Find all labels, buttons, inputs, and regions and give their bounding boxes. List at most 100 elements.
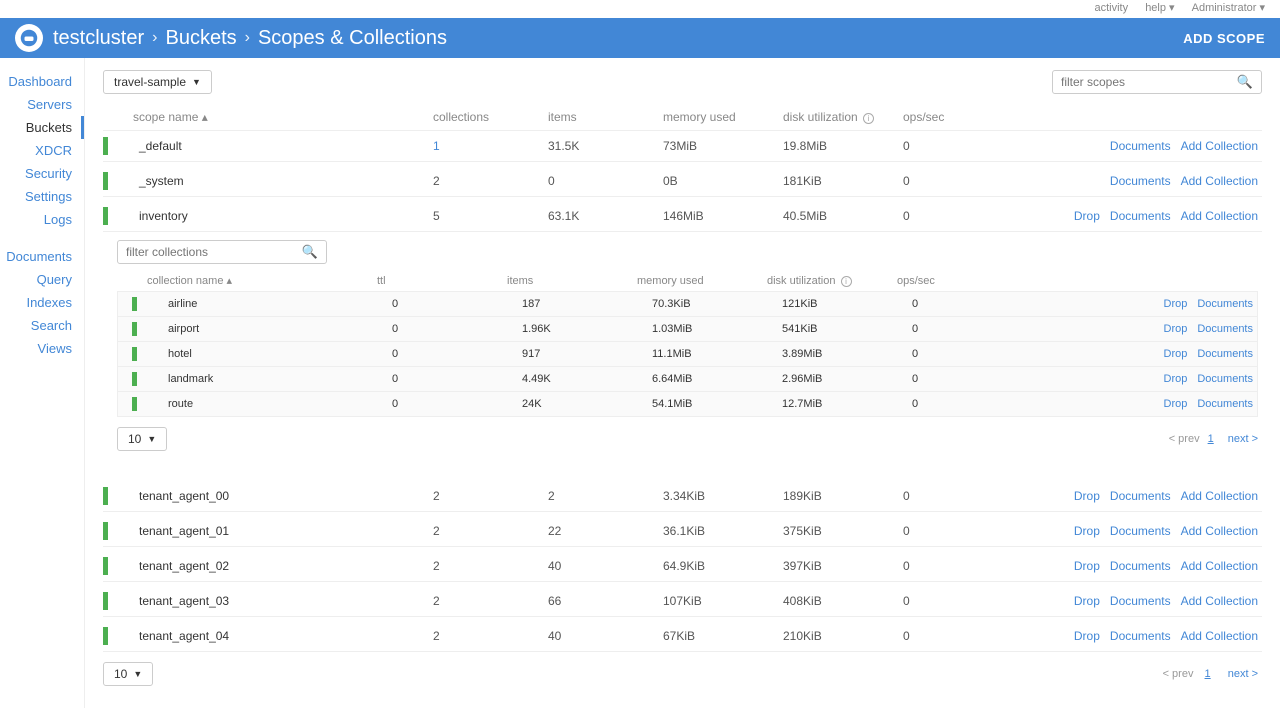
- col-memory[interactable]: memory used: [637, 275, 767, 287]
- drop-link[interactable]: Drop: [1164, 323, 1188, 335]
- col-items[interactable]: items: [507, 275, 637, 287]
- drop-link[interactable]: Drop: [1074, 524, 1100, 538]
- add-collection-link[interactable]: Add Collection: [1181, 524, 1258, 538]
- page-size-selector[interactable]: 10 ▼: [103, 662, 153, 686]
- collection-row[interactable]: landmark04.49K6.64MiB2.96MiB0DropDocumen…: [117, 367, 1258, 392]
- sidebar-item-documents[interactable]: Documents: [0, 245, 84, 268]
- col-ttl[interactable]: ttl: [377, 275, 507, 287]
- sidebar-item-dashboard[interactable]: Dashboard: [0, 70, 84, 93]
- scope-row[interactable]: tenant_agent_00223.34KiB189KiB0DropDocum…: [103, 481, 1262, 512]
- drop-link[interactable]: Drop: [1074, 594, 1100, 608]
- col-ops[interactable]: ops/sec: [903, 110, 983, 124]
- prev-page[interactable]: < prev: [1163, 668, 1194, 680]
- page-size-selector[interactable]: 10▼: [117, 427, 167, 451]
- collections-count[interactable]: 1: [433, 139, 548, 153]
- sidebar-item-servers[interactable]: Servers: [0, 93, 84, 116]
- sidebar-item-search[interactable]: Search: [0, 314, 84, 337]
- sidebar-item-logs[interactable]: Logs: [0, 208, 84, 231]
- documents-link[interactable]: Documents: [1110, 174, 1171, 188]
- drop-link[interactable]: Drop: [1074, 209, 1100, 223]
- documents-link[interactable]: Documents: [1110, 559, 1171, 573]
- coll-actions: Drop Documents: [1012, 373, 1257, 385]
- sidebar-item-views[interactable]: Views: [0, 337, 84, 360]
- collection-row[interactable]: airport01.96K1.03MiB541KiB0DropDocuments: [117, 317, 1258, 342]
- sidebar-item-buckets[interactable]: Buckets: [0, 116, 84, 139]
- bucket-selector[interactable]: travel-sample ▼: [103, 70, 212, 94]
- scope-row[interactable]: inventory563.1K146MiB40.5MiB0DropDocumen…: [103, 201, 1262, 232]
- drop-link[interactable]: Drop: [1164, 298, 1188, 310]
- add-collection-link[interactable]: Add Collection: [1181, 209, 1258, 223]
- documents-link[interactable]: Documents: [1197, 323, 1253, 335]
- filter-scopes-box[interactable]: 🔍: [1052, 70, 1262, 94]
- memory-used: 0B: [663, 174, 783, 188]
- sidebar-item-xdcr[interactable]: XDCR: [0, 139, 84, 162]
- info-icon[interactable]: i: [841, 276, 852, 287]
- col-memory[interactable]: memory used: [663, 110, 783, 124]
- col-items[interactable]: items: [548, 110, 663, 124]
- items: 1.96K: [522, 323, 652, 335]
- scope-row[interactable]: _system200B181KiB0DocumentsAdd Collectio…: [103, 166, 1262, 197]
- collection-row[interactable]: route024K54.1MiB12.7MiB0DropDocuments: [117, 392, 1258, 417]
- add-collection-link[interactable]: Add Collection: [1181, 139, 1258, 153]
- activity-link[interactable]: activity: [1095, 2, 1129, 14]
- scope-row[interactable]: tenant_agent_03266107KiB408KiB0DropDocum…: [103, 586, 1262, 617]
- next-page[interactable]: next >: [1228, 668, 1258, 680]
- page-1[interactable]: 1: [1208, 433, 1214, 445]
- col-coll-name[interactable]: collection name ▴: [147, 274, 377, 287]
- prev-page[interactable]: < prev: [1169, 433, 1200, 445]
- sidebar-item-indexes[interactable]: Indexes: [0, 291, 84, 314]
- breadcrumb-buckets[interactable]: Buckets: [165, 27, 236, 50]
- drop-link[interactable]: Drop: [1164, 348, 1188, 360]
- add-collection-link[interactable]: Add Collection: [1181, 559, 1258, 573]
- filter-collections-input[interactable]: [126, 245, 302, 259]
- documents-link[interactable]: Documents: [1197, 298, 1253, 310]
- documents-link[interactable]: Documents: [1110, 139, 1171, 153]
- add-collection-link[interactable]: Add Collection: [1181, 489, 1258, 503]
- add-collection-link[interactable]: Add Collection: [1181, 174, 1258, 188]
- collection-row[interactable]: airline018770.3KiB121KiB0DropDocuments: [117, 291, 1258, 317]
- status-bar: [132, 297, 137, 311]
- documents-link[interactable]: Documents: [1197, 348, 1253, 360]
- add-scope-button[interactable]: ADD SCOPE: [1183, 31, 1265, 46]
- documents-link[interactable]: Documents: [1197, 373, 1253, 385]
- documents-link[interactable]: Documents: [1110, 524, 1171, 538]
- ops-sec: 0: [903, 524, 983, 538]
- collections-count: 2: [433, 594, 548, 608]
- col-ops[interactable]: ops/sec: [897, 275, 997, 287]
- disk-util: 189KiB: [783, 489, 903, 503]
- breadcrumb-cluster[interactable]: testcluster: [53, 27, 144, 50]
- add-collection-link[interactable]: Add Collection: [1181, 629, 1258, 643]
- col-scope-name[interactable]: scope name ▴: [133, 110, 433, 124]
- collection-row[interactable]: hotel091711.1MiB3.89MiB0DropDocuments: [117, 342, 1258, 367]
- documents-link[interactable]: Documents: [1110, 209, 1171, 223]
- next-page[interactable]: next >: [1228, 433, 1258, 445]
- sidebar-item-settings[interactable]: Settings: [0, 185, 84, 208]
- scope-row[interactable]: tenant_agent_0224064.9KiB397KiB0DropDocu…: [103, 551, 1262, 582]
- col-disk[interactable]: disk utilization i: [767, 275, 897, 287]
- drop-link[interactable]: Drop: [1164, 398, 1188, 410]
- col-collections[interactable]: collections: [433, 110, 548, 124]
- documents-link[interactable]: Documents: [1110, 594, 1171, 608]
- drop-link[interactable]: Drop: [1074, 559, 1100, 573]
- documents-link[interactable]: Documents: [1110, 489, 1171, 503]
- breadcrumb-current: Scopes & Collections: [258, 27, 447, 50]
- add-collection-link[interactable]: Add Collection: [1181, 594, 1258, 608]
- scope-row[interactable]: tenant_agent_0122236.1KiB375KiB0DropDocu…: [103, 516, 1262, 547]
- filter-scopes-input[interactable]: [1061, 75, 1237, 89]
- help-menu[interactable]: help ▾: [1145, 2, 1174, 14]
- drop-link[interactable]: Drop: [1074, 489, 1100, 503]
- info-icon[interactable]: i: [863, 113, 874, 124]
- sidebar-item-query[interactable]: Query: [0, 268, 84, 291]
- items-count: 63.1K: [548, 209, 663, 223]
- scope-row[interactable]: _default131.5K73MiB19.8MiB0DocumentsAdd …: [103, 131, 1262, 162]
- documents-link[interactable]: Documents: [1110, 629, 1171, 643]
- filter-collections-box[interactable]: 🔍: [117, 240, 327, 264]
- documents-link[interactable]: Documents: [1197, 398, 1253, 410]
- drop-link[interactable]: Drop: [1074, 629, 1100, 643]
- sidebar-item-security[interactable]: Security: [0, 162, 84, 185]
- drop-link[interactable]: Drop: [1164, 373, 1188, 385]
- admin-menu[interactable]: Administrator ▾: [1192, 2, 1265, 14]
- page-1[interactable]: 1: [1205, 668, 1211, 680]
- col-disk[interactable]: disk utilization i: [783, 110, 903, 124]
- scope-row[interactable]: tenant_agent_0424067KiB210KiB0DropDocume…: [103, 621, 1262, 652]
